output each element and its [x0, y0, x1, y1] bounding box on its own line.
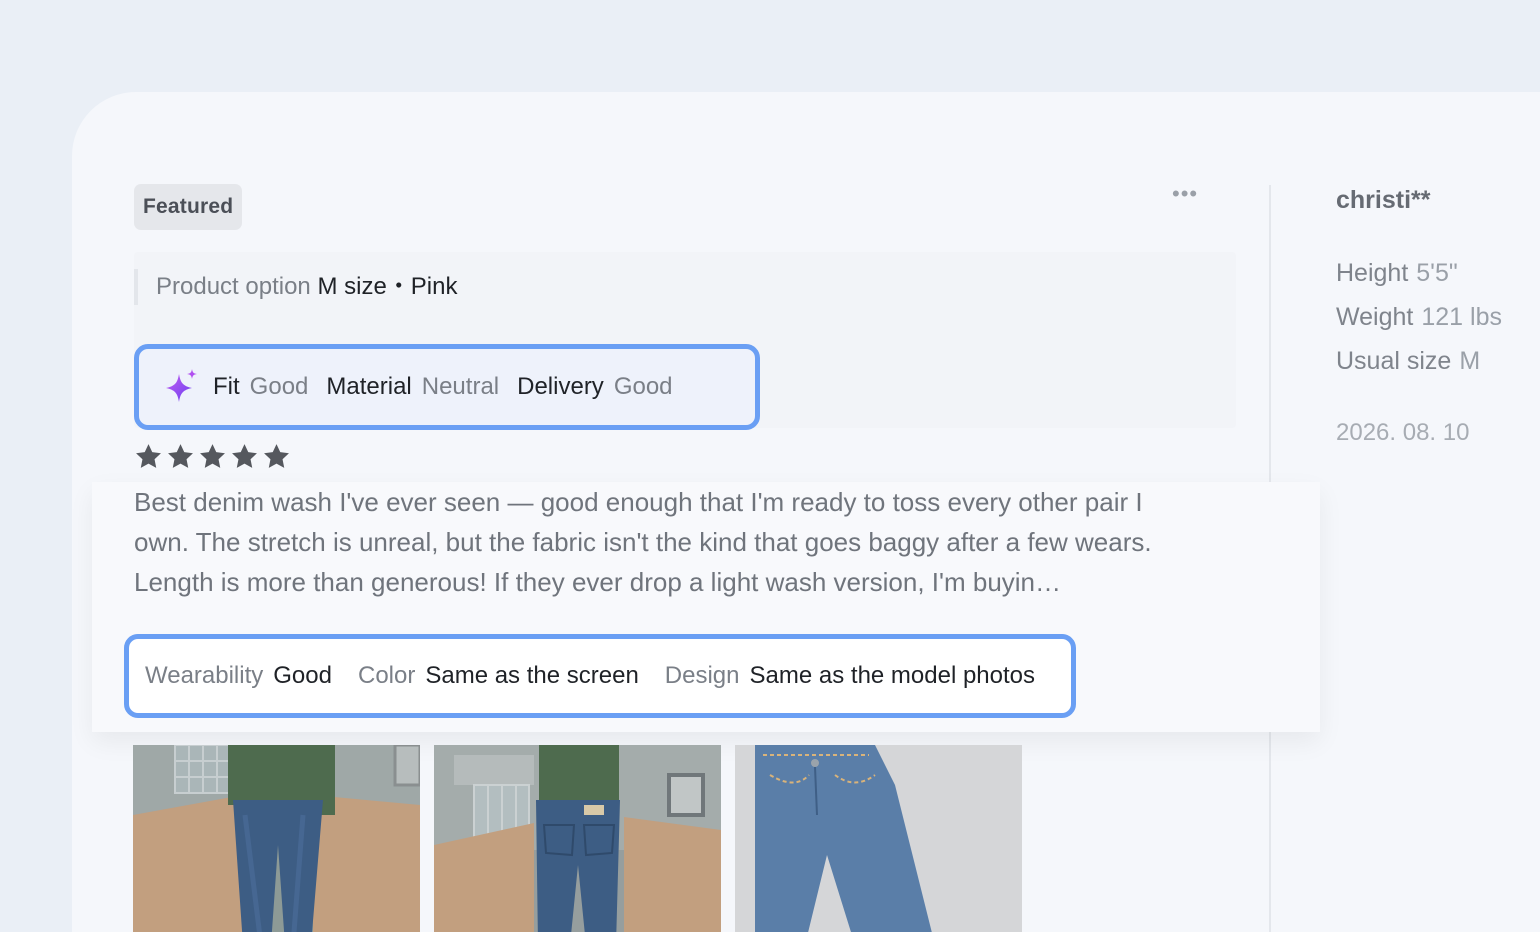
attr-color-key: Color [357, 662, 416, 689]
tag-material-value: Neutral [421, 373, 500, 400]
attr-color-value: Same as the screen [425, 662, 639, 689]
attributes-box: Wearability Good Color Same as the scree… [124, 634, 1076, 718]
usual-size-value: M [1459, 347, 1481, 375]
star-icon [168, 444, 193, 468]
review-date: 2026. 08. 10 [1336, 419, 1470, 446]
attr-design-key: Design [664, 662, 740, 689]
tag-delivery-value: Good [613, 373, 673, 400]
height-label: Height [1336, 259, 1409, 287]
weight-value: 121 lbs [1421, 303, 1502, 331]
star-icon [136, 444, 161, 468]
reviewer-usual-size: Usual size M [1336, 347, 1480, 376]
star-icon [200, 444, 225, 468]
tag-delivery-key: Delivery [517, 373, 604, 400]
tag-fit-value: Good [249, 373, 309, 400]
star-rating [134, 442, 291, 471]
attr-wearability-key: Wearability [145, 662, 264, 689]
reviewer-name: christi** [1336, 186, 1431, 214]
weight-label: Weight [1336, 303, 1414, 331]
star-icon [232, 444, 257, 468]
review-photo-front[interactable] [133, 745, 420, 932]
review-photo-back[interactable] [434, 745, 721, 932]
photo-front-image [133, 745, 420, 932]
more-options-button[interactable]: ••• [1172, 183, 1202, 205]
attr-design-value: Same as the model photos [749, 662, 1036, 689]
quick-tags-box: Fit Good Material Neutral Delivery Good [134, 344, 760, 430]
photo-flatlay-image [735, 745, 1022, 932]
review-photo-flatlay[interactable] [735, 745, 1022, 932]
review-text[interactable]: Best denim wash I've ever seen — good en… [134, 482, 1194, 602]
product-option-row: Product option M size・Pink [134, 269, 457, 305]
tag-material-key: Material [326, 373, 412, 400]
tag-fit-key: Fit [213, 373, 240, 400]
product-option-value: M size・Pink [317, 273, 458, 300]
attr-wearability-value: Good [273, 662, 332, 689]
usual-size-label: Usual size [1336, 347, 1452, 375]
reviewer-height: Height 5'5" [1336, 259, 1458, 288]
ai-sparkle-icon [166, 369, 197, 402]
product-option-label: Product option [156, 273, 311, 300]
featured-badge: Featured [134, 184, 243, 230]
review-card: Featured ••• Product option M size・Pink … [72, 92, 1540, 932]
reviewer-weight: Weight 121 lbs [1336, 303, 1502, 332]
star-icon [264, 444, 289, 468]
height-value: 5'5" [1416, 259, 1458, 287]
photo-back-image [434, 745, 721, 932]
